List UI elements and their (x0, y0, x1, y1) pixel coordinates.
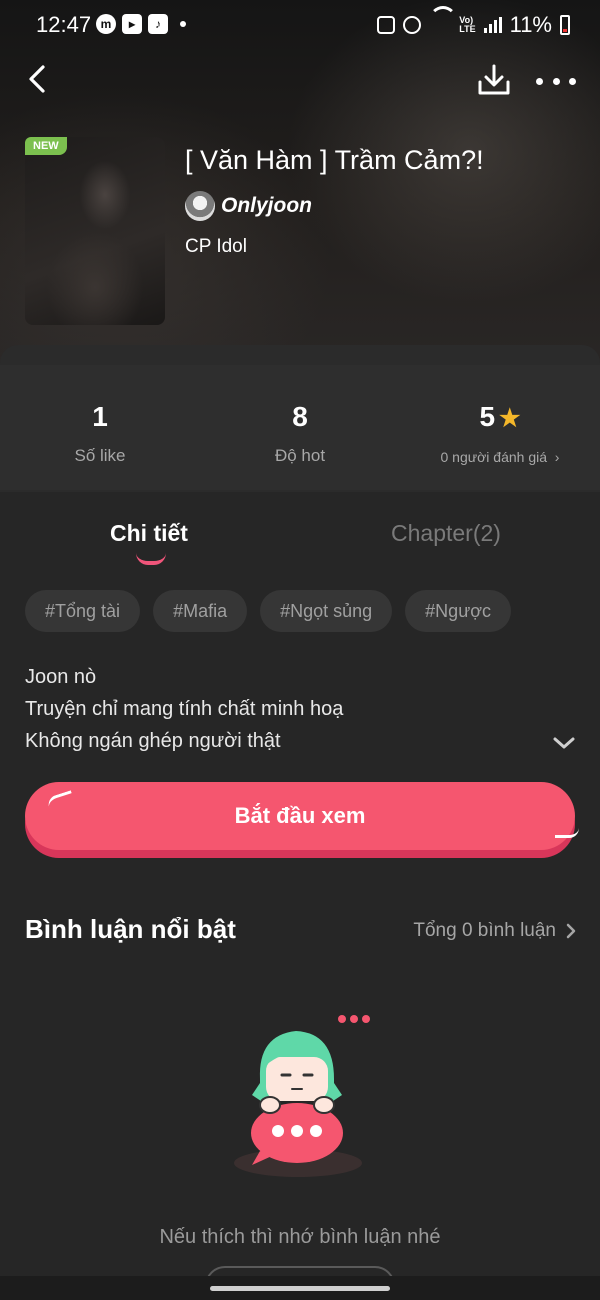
chevron-right-icon (566, 923, 576, 939)
rating-count-label: 0 người đánh giá (440, 449, 548, 465)
volte-icon: Vo) LTE (459, 15, 476, 34)
book-cover-image[interactable] (25, 137, 165, 325)
description-line: Joon nò (25, 666, 97, 688)
likes-label: Số like (74, 446, 126, 465)
author-name: Onlyjoon (221, 194, 312, 217)
empty-comments-mascot-icon (234, 1015, 370, 1177)
status-time: 12:47 (36, 12, 92, 37)
rating-label-row: 0 người đánh giá › (400, 449, 600, 465)
chevron-left-icon (29, 65, 45, 93)
download-button[interactable] (476, 62, 512, 98)
stat-likes: 1 Số like (0, 400, 200, 466)
description-line: Truyện chỉ mang tính chất minh hoạ (25, 698, 344, 720)
tiktok-icon: ♪ (148, 14, 168, 34)
tag-list: #Tổng tài #Mafia #Ngọt sủng #Ngược (25, 590, 512, 632)
tab-details[interactable]: Chi tiết (110, 520, 188, 547)
back-button[interactable] (22, 62, 52, 96)
more-options-button[interactable] (536, 66, 576, 96)
system-icons: Vo) LTE 11% (377, 6, 570, 38)
book-category: CP Idol (185, 236, 247, 257)
hot-count: 8 (292, 401, 308, 432)
tag-chip[interactable]: #Tổng tài (25, 590, 141, 632)
star-icon: ★ (499, 405, 521, 432)
tag-chip[interactable]: #Ngọt sủng (260, 590, 393, 632)
start-reading-label: Bắt đầu xem (234, 803, 366, 828)
author-link[interactable]: Onlyjoon (185, 191, 312, 221)
likes-count: 1 (92, 401, 108, 432)
sim-icon (377, 16, 396, 34)
rating-value: 5 (479, 401, 496, 432)
download-icon (478, 64, 510, 95)
author-avatar (185, 191, 215, 221)
description: Joon nò Truyện chỉ mang tính chất minh h… (25, 661, 343, 757)
tag-chip[interactable]: #Mafia (153, 590, 248, 632)
chevron-down-icon (553, 737, 575, 749)
empty-comments-message: Nếu thích thì nhớ bình luận nhé (159, 1226, 441, 1248)
wifi-icon (429, 6, 458, 34)
battery-icon (560, 15, 570, 35)
chevron-right-icon: › (550, 449, 560, 465)
description-line: Không ngán ghép người thật (25, 730, 281, 752)
button-face: Bắt đầu xem (25, 782, 575, 850)
status-bar: 12:47 m ▸ ♪ Vo) LTE 11% (0, 0, 600, 48)
notification-icons: m ▸ ♪ (96, 14, 186, 34)
home-gesture-handle[interactable] (210, 1286, 390, 1291)
tag-chip[interactable]: #Ngược (405, 590, 512, 632)
more-notifications-dot-icon (180, 21, 186, 27)
hot-label: Độ hot (274, 446, 326, 465)
more-horizontal-icon (536, 77, 543, 85)
alarm-icon (403, 16, 422, 34)
comments-total-label: Tổng 0 bình luận (413, 920, 556, 941)
book-title: [ Văn Hàm ] Trầm Cảm?! (185, 145, 484, 175)
stat-rating[interactable]: 5 ★ 0 người đánh giá › (400, 400, 600, 465)
more-dot (569, 77, 576, 85)
expand-description-button[interactable] (552, 733, 576, 753)
comments-heading: Bình luận nổi bật (25, 914, 236, 944)
comments-total-link[interactable]: Tổng 0 bình luận (413, 920, 576, 942)
more-dot (552, 77, 560, 85)
tab-chapters[interactable]: Chapter(2) (391, 520, 501, 547)
rating-value-row: 5 ★ (400, 400, 600, 434)
signal-icon (483, 17, 502, 33)
battery-percent: 11% (509, 12, 552, 37)
video-app-icon: ▸ (122, 14, 142, 34)
messenger-icon: m (96, 14, 116, 34)
new-badge: NEW (25, 137, 67, 155)
stat-hot: 8 Độ hot (200, 400, 400, 466)
start-reading-button[interactable]: Bắt đầu xem (25, 782, 579, 858)
